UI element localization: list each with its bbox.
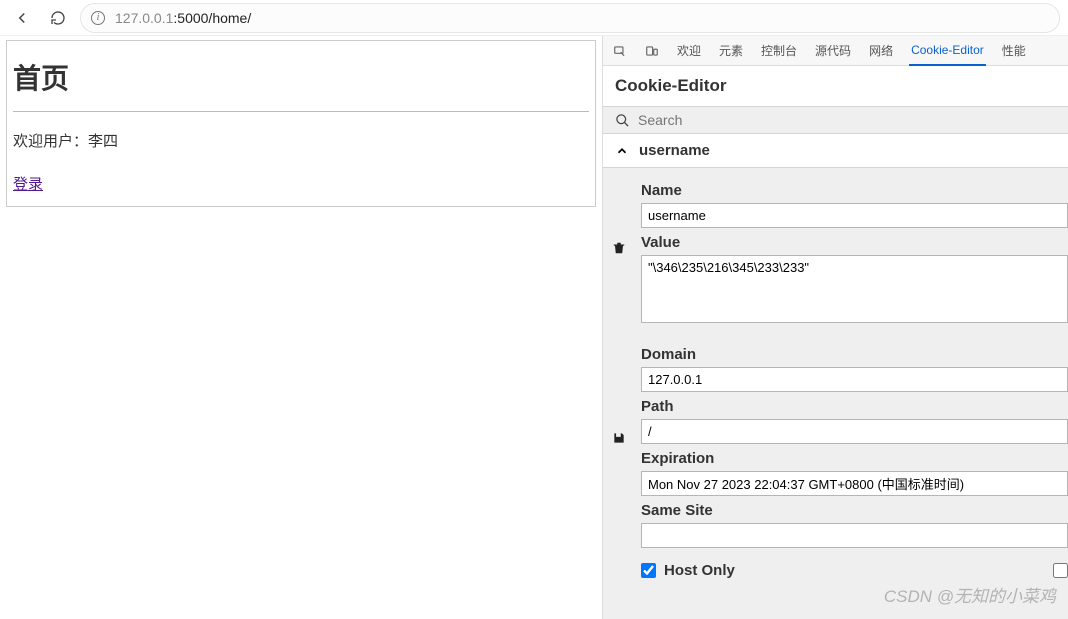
- label-name: Name: [641, 182, 1068, 199]
- chevron-up-icon: [615, 144, 629, 158]
- welcome-text: 欢迎用户：李四: [13, 130, 589, 151]
- url-text: 127.0.0.1:5000/home/: [115, 10, 251, 26]
- label-path: Path: [641, 398, 1068, 415]
- trash-icon: [612, 241, 626, 255]
- tab-network[interactable]: 网络: [867, 36, 895, 66]
- devtools-tabs: 欢迎 元素 控制台 源代码 网络 Cookie-Editor 性能: [603, 36, 1068, 66]
- address-bar[interactable]: i 127.0.0.1:5000/home/: [80, 3, 1060, 33]
- reload-icon: [50, 10, 66, 26]
- device-icon[interactable]: [643, 42, 661, 60]
- name-field[interactable]: [641, 203, 1068, 228]
- panel-title: Cookie-Editor: [603, 66, 1068, 106]
- save-icon: [612, 431, 626, 445]
- login-link[interactable]: 登录: [13, 173, 43, 194]
- tab-welcome[interactable]: 欢迎: [675, 36, 703, 66]
- cookie-fields: Name Value "\346\235\216\345\233\233" Do…: [635, 168, 1068, 619]
- label-value: Value: [641, 234, 1068, 251]
- tab-elements[interactable]: 元素: [717, 36, 745, 66]
- value-field[interactable]: "\346\235\216\345\233\233": [641, 255, 1068, 323]
- cookie-item-header[interactable]: username: [603, 134, 1068, 168]
- save-cookie-button[interactable]: [609, 428, 629, 448]
- arrow-left-icon: [13, 9, 31, 27]
- search-icon: [615, 113, 630, 128]
- label-domain: Domain: [641, 346, 1068, 363]
- page-body: 首页 欢迎用户：李四 登录: [6, 40, 596, 207]
- cookie-body: Name Value "\346\235\216\345\233\233" Do…: [603, 168, 1068, 619]
- divider: [13, 111, 589, 112]
- browser-bar: i 127.0.0.1:5000/home/: [0, 0, 1068, 36]
- delete-cookie-button[interactable]: [609, 238, 629, 258]
- devtools-panel: 欢迎 元素 控制台 源代码 网络 Cookie-Editor 性能 Cookie…: [602, 36, 1068, 619]
- page-content: 首页 欢迎用户：李四 登录: [0, 36, 602, 619]
- same-site-field[interactable]: [641, 523, 1068, 548]
- tab-cookie-editor[interactable]: Cookie-Editor: [909, 36, 986, 66]
- page-title: 首页: [13, 57, 589, 97]
- expiration-field[interactable]: [641, 471, 1068, 496]
- label-same-site: Same Site: [641, 502, 1068, 519]
- inspect-icon[interactable]: [611, 42, 629, 60]
- tab-performance[interactable]: 性能: [1000, 36, 1028, 66]
- secondary-checkbox[interactable]: [1053, 563, 1068, 578]
- host-only-checkbox[interactable]: [641, 563, 656, 578]
- tab-sources[interactable]: 源代码: [813, 36, 853, 66]
- label-host-only: Host Only: [664, 562, 735, 579]
- path-field[interactable]: [641, 419, 1068, 444]
- tab-console[interactable]: 控制台: [759, 36, 799, 66]
- search-row: [603, 106, 1068, 134]
- reload-button[interactable]: [44, 4, 72, 32]
- search-input[interactable]: [638, 112, 1056, 128]
- cookie-item-name: username: [639, 142, 710, 159]
- cookie-actions: [603, 168, 635, 619]
- back-button[interactable]: [8, 4, 36, 32]
- label-expiration: Expiration: [641, 450, 1068, 467]
- info-icon: i: [91, 11, 105, 25]
- domain-field[interactable]: [641, 367, 1068, 392]
